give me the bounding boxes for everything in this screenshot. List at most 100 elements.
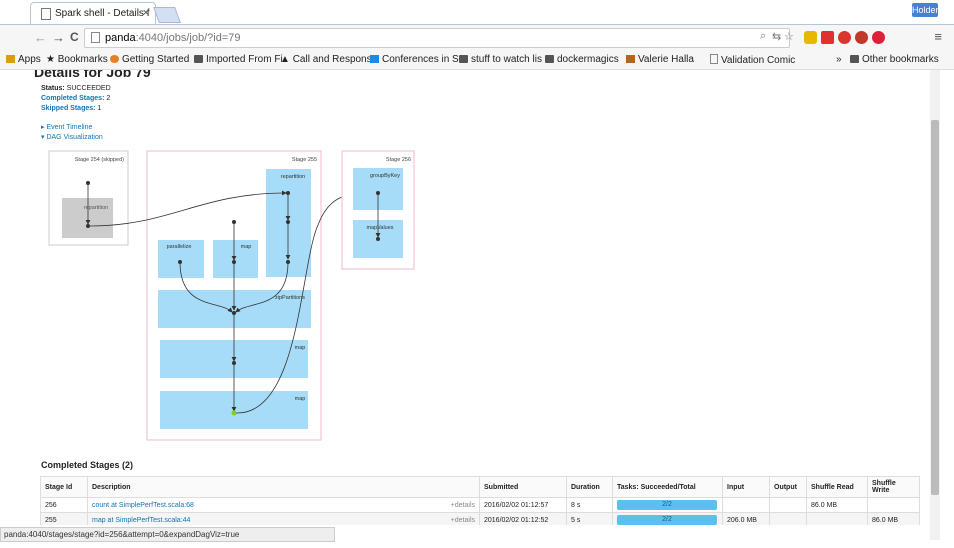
- bookmark-valerie[interactable]: Valerie Halla: [626, 54, 694, 65]
- tab-title: Spark shell - Details f: [55, 8, 150, 19]
- stage-255-label: Stage 255: [292, 157, 317, 163]
- details-toggle[interactable]: +details: [451, 502, 475, 509]
- url-text: panda:4040/jobs/job/?id=79: [105, 32, 241, 44]
- svg-text:map: map: [295, 345, 306, 351]
- stage-255-cluster[interactable]: Stage 255 repartition parallelize map zi…: [146, 150, 322, 441]
- forward-button[interactable]: →: [52, 30, 65, 45]
- details-toggle[interactable]: +details: [451, 517, 475, 524]
- bookmark-other[interactable]: Other bookmarks: [850, 54, 939, 65]
- cast-icon[interactable]: ⇆: [772, 30, 781, 43]
- bookmark-apps[interactable]: Apps: [6, 54, 41, 65]
- description-cell: map at SimplePerfTest.scala:44 +details: [87, 512, 480, 525]
- input-cell: 206.0 MB: [722, 512, 770, 525]
- bookmarks-overflow[interactable]: »: [836, 54, 842, 65]
- valerie-icon: [626, 55, 635, 63]
- description-cell: count at SimplePerfTest.scala:68 +details: [87, 497, 480, 513]
- col-stage-id[interactable]: Stage Id: [40, 476, 88, 498]
- pinterest-icon[interactable]: [872, 31, 885, 44]
- page-title: Details for Job 79: [34, 70, 151, 80]
- tasks-progress-bar: 2/2: [617, 515, 717, 525]
- duration-cell: 8 s: [566, 497, 613, 513]
- svg-text:map: map: [295, 396, 306, 402]
- submitted-cell: 2016/02/02 01:12:52: [479, 512, 567, 525]
- stage-254-cluster[interactable]: Stage 254 (skipped) repartition: [48, 150, 129, 246]
- completed-stages-heading: Completed Stages (2): [41, 460, 134, 470]
- ext-icon-2[interactable]: [855, 31, 868, 44]
- job-status: Status: SUCCEEDED: [41, 85, 111, 92]
- drive-icon: ▲: [280, 54, 293, 65]
- svg-text:repartition: repartition: [84, 205, 108, 211]
- apps-icon: [6, 55, 15, 63]
- folder-icon: [850, 55, 859, 63]
- star-icon[interactable]: ☆: [784, 30, 794, 43]
- folder-icon: [459, 55, 468, 63]
- bookmark-bookmarks[interactable]: ★ Bookmarks: [46, 54, 108, 65]
- output-cell: [769, 512, 807, 525]
- svg-text:groupByKey: groupByKey: [370, 173, 400, 179]
- col-input[interactable]: Input: [722, 476, 770, 498]
- star-icon: ★: [46, 54, 58, 65]
- new-tab-button[interactable]: [153, 7, 181, 23]
- menu-icon[interactable]: ≡: [934, 29, 942, 44]
- bookmark-getting-started[interactable]: Getting Started: [110, 54, 189, 65]
- folder-icon: [545, 55, 554, 63]
- stage-256-label: Stage 256: [386, 157, 411, 163]
- scrollbar-thumb[interactable]: [931, 120, 939, 495]
- bookmark-ext-icon[interactable]: [821, 31, 834, 44]
- svg-text:mapValues: mapValues: [366, 225, 393, 231]
- col-duration[interactable]: Duration: [566, 476, 613, 498]
- address-bar[interactable]: panda:4040/jobs/job/?id=79: [84, 28, 790, 48]
- trello-icon: [370, 55, 379, 63]
- shuffle-write-cell: [867, 497, 920, 513]
- tasks-cell: 2/2: [612, 497, 723, 513]
- stage-description-link[interactable]: count at SimplePerfTest.scala:68: [92, 502, 194, 509]
- reload-button[interactable]: C: [70, 30, 79, 44]
- svg-text:parallelize: parallelize: [167, 244, 192, 250]
- bookmark-stuff-to-watch[interactable]: stuff to watch lis: [459, 54, 542, 65]
- stage-description-link[interactable]: map at SimplePerfTest.scala:44: [92, 517, 190, 524]
- completed-stages-count: Completed Stages: 2: [41, 95, 111, 102]
- folder-icon: [194, 55, 203, 63]
- bookmark-dockermagics[interactable]: dockermagics: [545, 54, 619, 65]
- back-button[interactable]: ←: [34, 30, 47, 45]
- submitted-cell: 2016/02/02 01:12:57: [479, 497, 567, 513]
- page-icon: [710, 54, 718, 64]
- col-output[interactable]: Output: [769, 476, 807, 498]
- duration-cell: 5 s: [566, 512, 613, 525]
- shuffle-read-cell: 86.0 MB: [806, 497, 868, 513]
- col-shuffle-write[interactable]: Shuffle Write: [867, 476, 920, 498]
- completed-stages-table: Stage Id Description Submitted Duration …: [40, 476, 920, 525]
- output-cell: [769, 497, 807, 513]
- tasks-progress-bar: 2/2: [617, 500, 717, 510]
- profile-button[interactable]: Holden: [912, 3, 941, 17]
- input-cell: [722, 497, 770, 513]
- shuffle-read-cell: [806, 512, 868, 525]
- dag-visualization: Stage 254 (skipped) repartition Stage 25…: [48, 150, 415, 441]
- col-submitted[interactable]: Submitted: [479, 476, 567, 498]
- adblock-icon[interactable]: [838, 31, 851, 44]
- page-info-icon: [91, 32, 100, 43]
- stage-id-cell: 255: [40, 512, 88, 525]
- col-shuffle-read[interactable]: Shuffle Read: [806, 476, 868, 498]
- bookmark-validation-comic[interactable]: Validation Comic: [710, 54, 795, 66]
- col-tasks[interactable]: Tasks: Succeeded/Total: [612, 476, 723, 498]
- bookmark-call-response[interactable]: ▲ Call and Respons: [280, 54, 372, 65]
- stage-256-cluster[interactable]: Stage 256 groupByKey mapValues: [341, 150, 415, 270]
- svg-text:map: map: [241, 244, 252, 250]
- extension-icon[interactable]: [804, 31, 817, 44]
- skipped-stages-count: Skipped Stages: 1: [41, 105, 102, 112]
- svg-text:repartition: repartition: [281, 174, 305, 180]
- close-tab-icon[interactable]: ×: [143, 7, 149, 19]
- shuffle-write-cell: 86.0 MB: [867, 512, 920, 525]
- dag-visualization-toggle[interactable]: ▾ DAG Visualization: [41, 133, 103, 141]
- table-row: 255 map at SimplePerfTest.scala:44 +detai…: [40, 512, 920, 525]
- table-row: 256 count at SimplePerfTest.scala:68 +det…: [40, 497, 920, 513]
- search-icon[interactable]: ⌕: [760, 30, 766, 43]
- event-timeline-toggle[interactable]: ▸ Event Timeline: [41, 123, 92, 131]
- browser-tab[interactable]: Spark shell - Details f ×: [30, 2, 156, 25]
- firefox-icon: [110, 55, 119, 63]
- bookmark-imported[interactable]: Imported From Fi: [194, 54, 283, 65]
- bookmarks-bar: Apps ★ Bookmarks Getting Started Importe…: [0, 51, 954, 70]
- bookmark-conferences[interactable]: Conferences in S: [370, 54, 459, 65]
- col-description[interactable]: Description: [87, 476, 480, 498]
